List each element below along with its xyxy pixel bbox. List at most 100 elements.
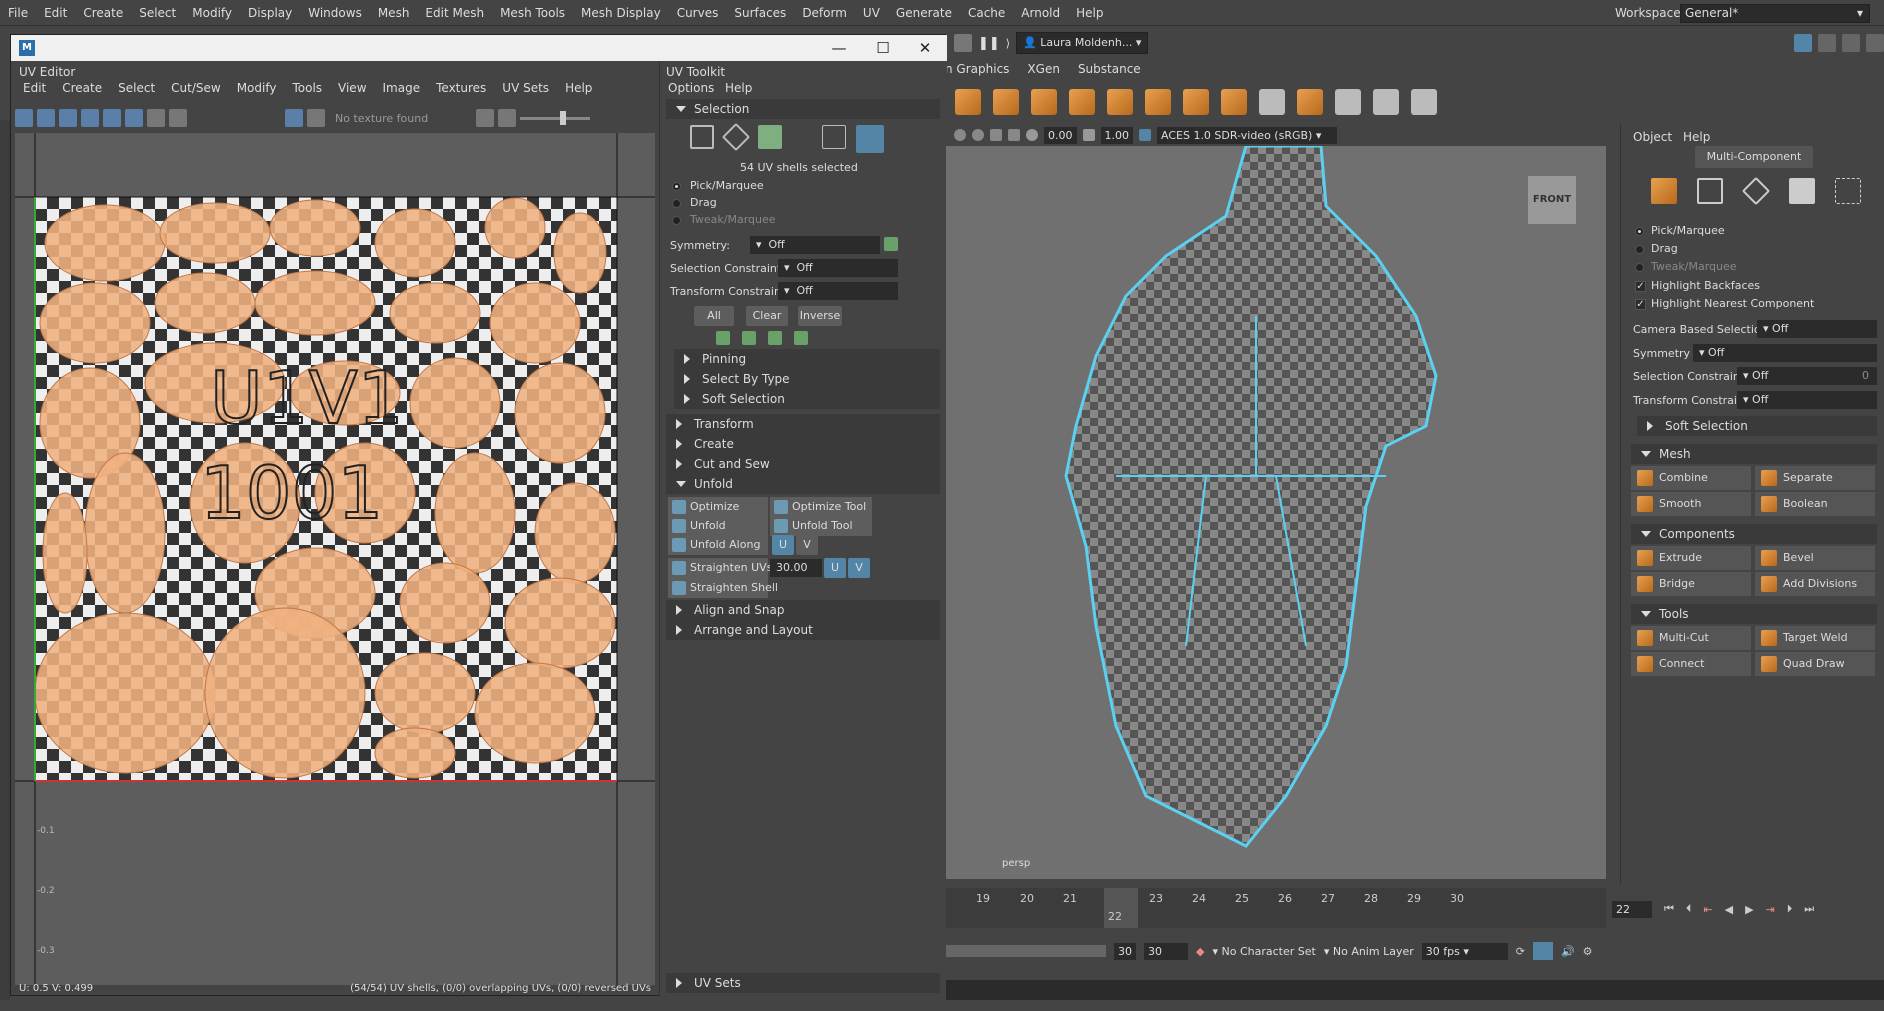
exposure-icon[interactable] bbox=[498, 109, 517, 127]
shelf-tool-icon[interactable] bbox=[1107, 89, 1133, 115]
mode-tweak[interactable]: Tweak/Marquee bbox=[690, 213, 776, 226]
toggle-panel-icon[interactable] bbox=[1794, 34, 1812, 52]
shelf-tool-icon[interactable] bbox=[1145, 89, 1171, 115]
texture-dropdown[interactable]: No texture found bbox=[335, 112, 428, 125]
mode-drag[interactable]: Drag bbox=[690, 196, 717, 209]
step-back-key-icon[interactable]: ⇤ bbox=[1703, 903, 1712, 916]
range-bar[interactable] bbox=[946, 945, 1106, 957]
menu-edit-mesh[interactable]: Edit Mesh bbox=[417, 6, 492, 20]
select-all-button[interactable]: All bbox=[694, 306, 734, 326]
camera-icon[interactable] bbox=[954, 129, 966, 141]
bridge-button[interactable]: Bridge bbox=[1631, 572, 1751, 596]
shelf-tab-xgen[interactable]: XGen bbox=[1027, 62, 1060, 80]
optimize-tool-button[interactable]: Optimize Tool bbox=[770, 497, 872, 517]
target-weld-button[interactable]: Target Weld bbox=[1755, 626, 1875, 650]
user-account-button[interactable]: 👤 Laura Moldenh... ▾ bbox=[1016, 32, 1149, 54]
face-mode-icon[interactable] bbox=[1789, 178, 1815, 204]
radio-drag[interactable] bbox=[672, 199, 681, 208]
shelf-tool-icon[interactable] bbox=[1221, 89, 1247, 115]
shelf-tool-icon[interactable] bbox=[1259, 89, 1285, 115]
shrink-selection-icon[interactable] bbox=[742, 331, 756, 345]
go-to-end-icon[interactable]: ⏭ bbox=[1804, 902, 1814, 916]
symmetry-dropdown[interactable]: ▾ Off bbox=[750, 236, 880, 254]
shelf-tool-icon[interactable] bbox=[1373, 89, 1399, 115]
color-space-dropdown[interactable]: ACES 1.0 SDR-video (sRGB) ▾ bbox=[1157, 126, 1337, 144]
loop-icon[interactable]: ⟳ bbox=[1516, 945, 1525, 958]
uv-menu-textures[interactable]: Textures bbox=[428, 81, 494, 99]
uv-menu-create[interactable]: Create bbox=[54, 81, 110, 99]
edge-mode-icon[interactable] bbox=[1741, 176, 1771, 206]
mtk-menu-help[interactable]: Help bbox=[1683, 130, 1710, 144]
workspace-select[interactable]: General* ▾ bbox=[1680, 4, 1870, 23]
shelf-tool-icon[interactable] bbox=[1183, 89, 1209, 115]
section-soft-selection[interactable]: Soft Selection bbox=[674, 389, 940, 409]
step-icon[interactable]: ⟩ bbox=[1006, 37, 1010, 50]
face-select-icon[interactable] bbox=[758, 125, 782, 149]
toolkit-menu-help[interactable]: Help bbox=[725, 81, 752, 95]
gamma-field[interactable]: 1.00 bbox=[1100, 126, 1133, 144]
uv-view-panel[interactable]: U1V1 1001 -0.1 -0.2 -0.3 bbox=[15, 133, 655, 985]
menu-curves[interactable]: Curves bbox=[669, 6, 727, 20]
pause-icon[interactable]: ❚❚ bbox=[978, 36, 1000, 51]
uv-mode-icon[interactable] bbox=[1835, 178, 1861, 204]
section-pinning[interactable]: Pinning bbox=[674, 349, 940, 369]
fps-dropdown[interactable]: 30 fps ▾ bbox=[1421, 942, 1508, 960]
mtk-section-components[interactable]: Components bbox=[1631, 524, 1877, 544]
straighten-v-button[interactable]: V bbox=[848, 558, 870, 578]
lights-icon[interactable] bbox=[972, 129, 984, 141]
unfold-tool-button[interactable]: Unfold Tool bbox=[770, 516, 872, 536]
camera-based-dropdown[interactable]: ▾ Off bbox=[1757, 320, 1877, 338]
grow-selection-icon[interactable] bbox=[716, 331, 730, 345]
uv-menu-view[interactable]: View bbox=[330, 81, 374, 99]
section-selection[interactable]: Selection bbox=[666, 99, 940, 119]
toolkit-menu-options[interactable]: Options bbox=[668, 81, 714, 95]
menu-edit[interactable]: Edit bbox=[36, 6, 75, 20]
mtk-mode-pick-marquee[interactable]: Pick/Marquee bbox=[1651, 224, 1725, 237]
step-back-icon[interactable]: ⏴ bbox=[1686, 902, 1692, 916]
outliner-icon[interactable] bbox=[1866, 34, 1884, 52]
preferences-icon[interactable]: ⚙ bbox=[1583, 945, 1593, 958]
maximize-button[interactable]: ☐ bbox=[861, 37, 905, 59]
edge-select-icon[interactable] bbox=[721, 122, 751, 152]
play-forward-icon[interactable]: ▶ bbox=[1745, 903, 1753, 916]
command-line[interactable] bbox=[946, 980, 1884, 1000]
menu-surfaces[interactable]: Surfaces bbox=[726, 6, 794, 20]
checker-icon[interactable] bbox=[125, 109, 143, 127]
straighten-u-button[interactable]: U bbox=[824, 558, 846, 578]
exposure-field[interactable]: 0.00 bbox=[1044, 126, 1077, 144]
mtk-symmetry-dropdown[interactable]: ▾ Off bbox=[1693, 344, 1877, 362]
grid-icon[interactable] bbox=[15, 109, 33, 127]
uv-menu-cut-sew[interactable]: Cut/Sew bbox=[163, 81, 229, 99]
menu-mesh-display[interactable]: Mesh Display bbox=[573, 6, 669, 20]
separate-button[interactable]: Separate bbox=[1755, 466, 1875, 490]
exposure-icon[interactable] bbox=[1026, 129, 1038, 141]
section-arrange-and-layout[interactable]: Arrange and Layout bbox=[666, 620, 940, 640]
add-divisions-button[interactable]: Add Divisions bbox=[1755, 572, 1875, 596]
highlight-backfaces-checkbox[interactable]: ✓ bbox=[1635, 281, 1646, 292]
section-align-and-snap[interactable]: Align and Snap bbox=[666, 600, 940, 620]
exposure-slider[interactable] bbox=[520, 110, 591, 125]
gamma-icon[interactable] bbox=[1082, 129, 1095, 141]
section-transform[interactable]: Transform bbox=[666, 414, 940, 434]
menu-mesh-tools[interactable]: Mesh Tools bbox=[492, 6, 573, 20]
unfold-along-u-button[interactable]: U bbox=[772, 535, 794, 555]
select-camera-icon[interactable] bbox=[1008, 129, 1020, 141]
uv-shell-select-icon[interactable] bbox=[856, 125, 884, 153]
render-icon[interactable] bbox=[954, 34, 972, 52]
bevel-button[interactable]: Bevel bbox=[1755, 546, 1875, 570]
radio-tweak[interactable] bbox=[1635, 263, 1644, 272]
mtk-menu-object[interactable]: Object bbox=[1633, 130, 1672, 144]
unfold-along-v-button[interactable]: V bbox=[796, 535, 818, 555]
anim-layer-dropdown[interactable]: ▾ No Anim Layer bbox=[1324, 945, 1414, 958]
range-end-field[interactable]: 30 bbox=[1114, 942, 1136, 960]
section-uv-sets[interactable]: UV Sets bbox=[666, 973, 940, 993]
transform-constraint-dropdown[interactable]: ▾ Off bbox=[778, 282, 898, 300]
mode-pick-marquee[interactable]: Pick/Marquee bbox=[690, 179, 764, 192]
cache-playback-icon[interactable] bbox=[1532, 942, 1553, 960]
menu-help[interactable]: Help bbox=[1068, 6, 1111, 20]
section-create[interactable]: Create bbox=[666, 434, 940, 454]
uv-menu-help[interactable]: Help bbox=[557, 81, 600, 99]
connect-button[interactable]: Connect bbox=[1631, 652, 1751, 676]
snapshot-icon[interactable] bbox=[169, 109, 187, 127]
minimize-button[interactable]: — bbox=[817, 37, 861, 59]
